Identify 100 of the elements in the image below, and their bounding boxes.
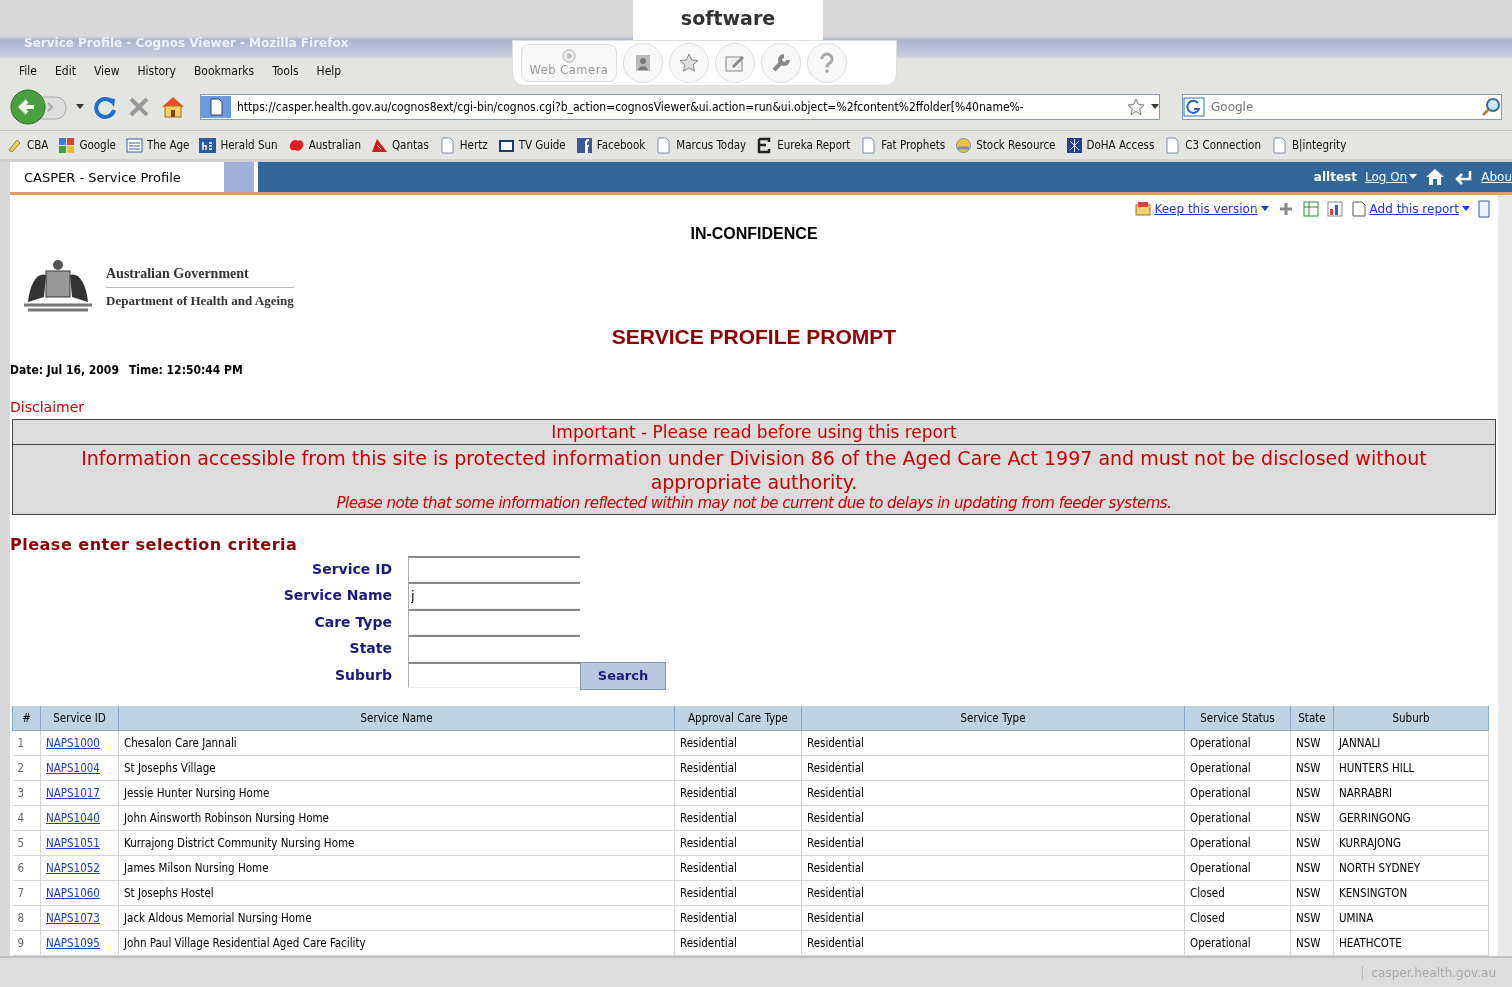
sheet-icon[interactable]: [1302, 200, 1319, 217]
service-id-link[interactable]: NAPS1052: [46, 861, 100, 875]
home-icon[interactable]: [1425, 168, 1446, 186]
menu-item[interactable]: Help: [307, 64, 351, 78]
service-id-link[interactable]: NAPS1040: [46, 811, 100, 825]
service-id-link[interactable]: NAPS1051: [46, 836, 100, 850]
google-icon[interactable]: [1183, 97, 1205, 117]
row-number: 7: [12, 880, 41, 906]
address-bar[interactable]: https://casper.health.gov.au/cognos8ext/cgi-bin/cognos.cgi?b_action=cognosViewer&ui.action=run&ui.object=%2fcontent%2ffolder[%40name%-: [200, 94, 1160, 120]
column-header[interactable]: Service Status: [1184, 706, 1291, 731]
menu-item[interactable]: Tools: [263, 64, 308, 78]
table-cell: Residential: [801, 830, 1185, 856]
table-cell: Operational: [1184, 805, 1291, 831]
table-cell: Residential: [801, 930, 1185, 956]
input-field[interactable]: j: [408, 582, 580, 609]
bookmark-link[interactable]: Marcus Today: [655, 136, 747, 154]
row-number: 2: [12, 755, 41, 781]
folder-icon: [1135, 200, 1152, 217]
log-on-link[interactable]: Log On: [1364, 170, 1418, 184]
bookmark-link[interactable]: The Age: [125, 136, 190, 154]
table-cell: Operational: [1184, 730, 1291, 756]
app-tab[interactable]: CASPER - Service Profile: [10, 162, 224, 192]
about-link[interactable]: Abou: [1481, 170, 1512, 184]
disclaimer-notice: Information accessible from this site is protected information under Division 86 of the Aged Care Act 1997 and must not be disclosed without appropriate authority.: [81, 446, 1427, 493]
bookmark-link[interactable]: C3 Connection: [1164, 136, 1261, 154]
service-id-link[interactable]: NAPS1073: [46, 911, 100, 925]
bookmark-link[interactable]: Eureka Report: [756, 136, 851, 154]
menu-item[interactable]: File: [10, 64, 46, 78]
help-button[interactable]: [807, 43, 847, 83]
table-cell: NSW: [1290, 805, 1334, 831]
input-field[interactable]: [408, 608, 580, 635]
table-cell: NSW: [1290, 855, 1334, 881]
bookmark-link[interactable]: B|integrity: [1271, 136, 1347, 154]
keep-version-link[interactable]: Keep this version: [1135, 200, 1269, 217]
report-icon[interactable]: [1478, 199, 1492, 218]
column-header[interactable]: #: [12, 706, 41, 731]
bookmark-link[interactable]: DoHA Access: [1065, 136, 1155, 154]
add-report-link[interactable]: Add this report: [1350, 200, 1470, 217]
input-field[interactable]: [408, 555, 580, 582]
row-number: 3: [12, 780, 41, 806]
wrench-button[interactable]: [761, 43, 801, 83]
page-icon: [1350, 200, 1367, 217]
column-header[interactable]: State: [1290, 706, 1334, 731]
table-cell: Residential: [801, 730, 1185, 756]
page-icon: [655, 136, 673, 154]
column-header[interactable]: Approval Care Type: [674, 706, 802, 731]
caret-icon[interactable]: [1151, 104, 1159, 110]
chart-icon[interactable]: [1326, 200, 1343, 217]
bookmark-link[interactable]: Fat Prophets: [860, 136, 946, 154]
edit-button[interactable]: [715, 43, 755, 83]
page-icon: [1271, 136, 1288, 154]
table-cell: Residential: [674, 905, 802, 931]
input-field[interactable]: [408, 635, 580, 662]
menu-item[interactable]: View: [84, 64, 129, 78]
column-header[interactable]: Service Type: [801, 706, 1185, 731]
column-header[interactable]: Suburb: [1333, 706, 1489, 731]
input-field[interactable]: [408, 661, 580, 688]
caret-icon[interactable]: [76, 104, 84, 110]
agency-name: Australian Government: [106, 264, 294, 288]
search-button[interactable]: Search: [580, 661, 666, 690]
back-icon[interactable]: [10, 89, 68, 125]
menu-item[interactable]: Bookmarks: [184, 64, 264, 78]
menu-item[interactable]: Edit: [46, 64, 85, 78]
person-button[interactable]: [623, 43, 663, 83]
home-icon[interactable]: [160, 94, 186, 120]
bookmark-link[interactable]: Herald Sun: [199, 136, 278, 154]
table-cell: Operational: [1184, 755, 1291, 781]
star-icon: [678, 52, 700, 74]
bookmark-link[interactable]: Stock Resource: [955, 136, 1056, 154]
bookmark-link[interactable]: Qantas: [370, 136, 429, 154]
service-id-link[interactable]: NAPS1004: [46, 761, 100, 775]
search-field[interactable]: Google: [1182, 94, 1502, 120]
search-icon[interactable]: [1481, 97, 1501, 117]
table-cell: HEATHCOTE: [1333, 930, 1489, 956]
bookmark-link[interactable]: TV Guide: [497, 136, 566, 154]
bookmark-icon: [575, 136, 593, 154]
table-cell: Residential: [674, 730, 802, 756]
service-id-link[interactable]: NAPS1017: [46, 786, 100, 800]
page-icon: [438, 136, 456, 154]
bookmark-link[interactable]: Hertz: [438, 136, 488, 154]
bookmark-link[interactable]: CBA: [6, 136, 49, 154]
bookmark-link[interactable]: Australian: [287, 136, 361, 154]
row-number: 8: [12, 905, 41, 931]
bookmark-link[interactable]: Facebook: [575, 136, 646, 154]
service-id-link[interactable]: NAPS1060: [46, 886, 100, 900]
page-icon: [1164, 136, 1182, 154]
menu-item[interactable]: History: [128, 64, 185, 78]
table-cell: NSW: [1290, 830, 1334, 856]
bookmark-link[interactable]: Google: [58, 136, 116, 154]
service-id-link[interactable]: NAPS1095: [46, 936, 100, 950]
star-button[interactable]: [669, 43, 709, 83]
service-id-link[interactable]: NAPS1000: [46, 736, 100, 750]
return-arrow-icon[interactable]: [1453, 168, 1474, 186]
column-header[interactable]: Service ID: [40, 706, 119, 731]
bookmark-icon: [1065, 136, 1083, 154]
caret-icon: [1409, 174, 1418, 180]
table-cell: Operational: [1184, 855, 1291, 881]
reload-icon[interactable]: [92, 94, 118, 120]
column-header[interactable]: Service Name: [118, 706, 675, 731]
star-icon[interactable]: [1127, 98, 1145, 116]
